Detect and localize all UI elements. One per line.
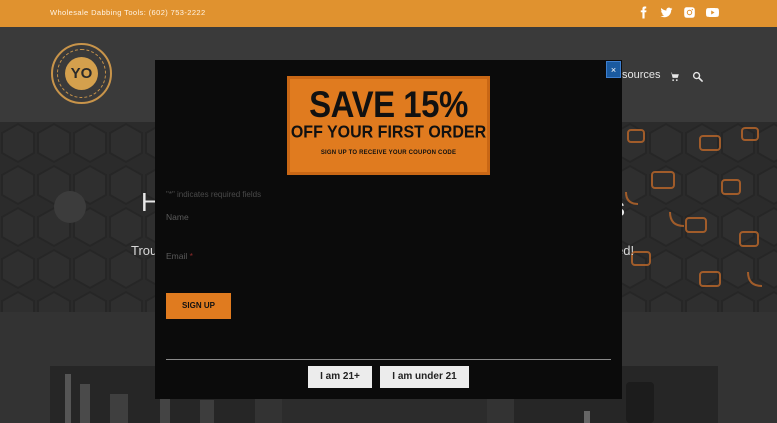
email-input[interactable] bbox=[166, 264, 610, 278]
promo-headline: SAVE 15% bbox=[309, 83, 468, 125]
modal-close-button[interactable]: × bbox=[606, 61, 621, 78]
modal-divider bbox=[166, 359, 611, 360]
name-label: Name bbox=[166, 212, 189, 222]
promo-tagline: SIGN UP TO RECEIVE YOUR COUPON CODE bbox=[320, 150, 457, 156]
name-input[interactable] bbox=[166, 225, 610, 239]
age-under-21-button[interactable]: I am under 21 bbox=[380, 366, 469, 388]
age-21-plus-button[interactable]: I am 21+ bbox=[308, 366, 372, 388]
promo-banner: SAVE 15% OFF YOUR FIRST ORDER SIGN UP TO… bbox=[287, 76, 490, 175]
required-star: * bbox=[189, 251, 193, 261]
promo-subheadline: OFF YOUR FIRST ORDER bbox=[290, 123, 487, 142]
email-label: Email * bbox=[166, 251, 193, 261]
signup-button[interactable]: SIGN UP bbox=[166, 293, 231, 319]
required-fields-note: "*" indicates required fields bbox=[166, 190, 262, 199]
